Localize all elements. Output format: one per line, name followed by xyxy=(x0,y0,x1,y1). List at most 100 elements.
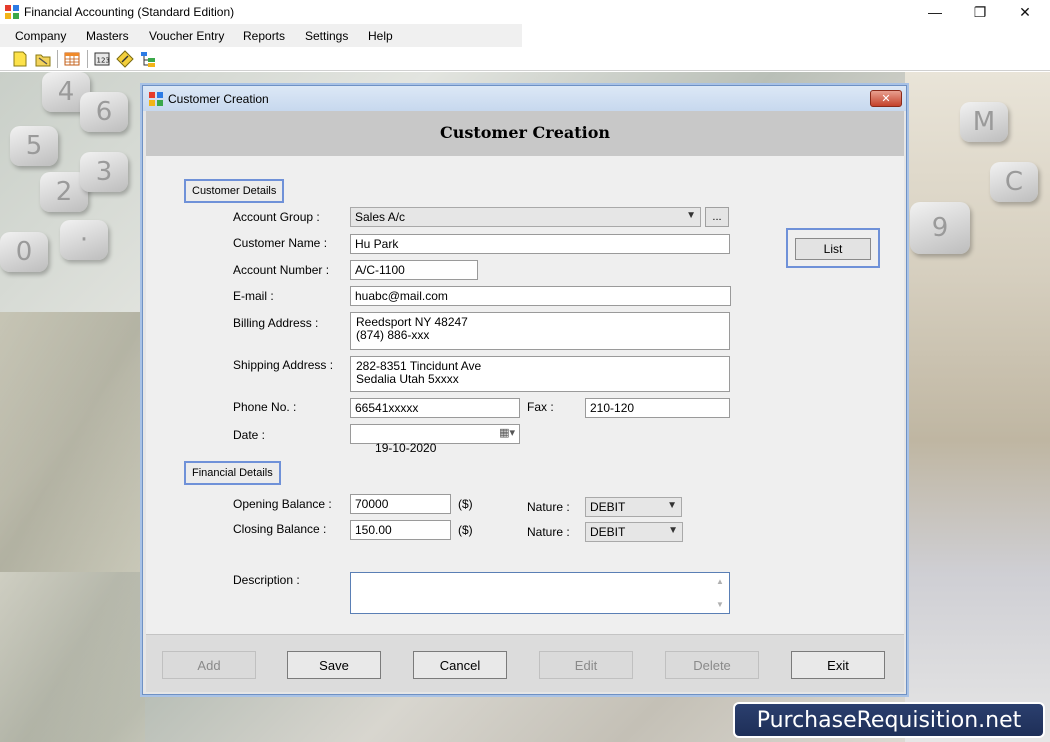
exit-button[interactable]: Exit xyxy=(791,651,885,679)
save-button[interactable]: Save xyxy=(287,651,381,679)
customer-name-input[interactable]: Hu Park xyxy=(350,234,730,254)
customer-details-label: Customer Details xyxy=(192,185,277,197)
shipping-address-line-2: Sedalia Utah 5xxxx xyxy=(356,372,459,386)
phone-input[interactable]: 66541xxxxx xyxy=(350,398,520,418)
dialog-app-icon xyxy=(149,92,163,106)
menu-company[interactable]: Company xyxy=(15,29,66,43)
billing-address-label: Billing Address : xyxy=(233,316,319,330)
new-file-icon[interactable] xyxy=(11,50,29,68)
open-folder-icon[interactable] xyxy=(34,50,52,68)
account-number-input[interactable]: A/C-1100 xyxy=(350,260,478,280)
customer-name-label: Customer Name : xyxy=(233,236,328,250)
dialog-heading: Customer Creation xyxy=(439,123,611,142)
email-label: E-mail : xyxy=(233,289,274,303)
financial-details-section: Financial Details xyxy=(184,461,281,485)
menu-bar: Company Masters Voucher Entry Reports Se… xyxy=(0,24,522,47)
toolbar-separator xyxy=(87,50,88,68)
table-icon[interactable] xyxy=(63,50,81,68)
customer-creation-dialog: Customer Creation ✕ Customer Creation Cu… xyxy=(142,85,907,695)
background-calculator-key: 3 xyxy=(80,152,128,192)
nature-1-value: DEBIT xyxy=(590,500,626,514)
nature-2-label: Nature : xyxy=(527,525,570,539)
scroll-down-icon[interactable]: ▼ xyxy=(716,598,726,611)
close-button[interactable]: ✕ xyxy=(1002,0,1048,24)
menu-bar-filler xyxy=(522,24,1050,47)
date-label: Date : xyxy=(233,428,266,442)
scroll-up-icon[interactable]: ▲ xyxy=(716,575,726,588)
background-calculator-key: 0 xyxy=(0,232,48,272)
financial-details-label: Financial Details xyxy=(192,467,273,479)
calendar-icon[interactable]: ▦▾ xyxy=(499,426,515,439)
opening-balance-label: Opening Balance : xyxy=(233,497,332,511)
menu-reports[interactable]: Reports xyxy=(243,29,285,43)
watermark-banner: PurchaseRequisition.net xyxy=(733,702,1045,738)
account-group-value: Sales A/c xyxy=(355,210,406,224)
tree-structure-icon[interactable] xyxy=(139,50,157,68)
background-calculator-key: 6 xyxy=(80,92,128,132)
app-title: Financial Accounting (Standard Edition) xyxy=(24,5,235,19)
nature-2-select[interactable]: DEBIT ▼ xyxy=(585,522,683,542)
opening-balance-input[interactable]: 70000 xyxy=(350,494,451,514)
chevron-down-icon: ▼ xyxy=(667,500,677,511)
shipping-address-input[interactable]: 282-8351 Tincidunt Ave Sedalia Utah 5xxx… xyxy=(350,356,730,392)
cancel-button[interactable]: Cancel xyxy=(413,651,507,679)
nature-1-label: Nature : xyxy=(527,500,570,514)
dialog-close-button[interactable]: ✕ xyxy=(870,90,902,107)
dialog-header: Customer Creation xyxy=(146,111,904,156)
menu-help[interactable]: Help xyxy=(368,29,393,43)
edit-icon[interactable] xyxy=(116,50,134,68)
menu-masters[interactable]: Masters xyxy=(86,29,129,43)
toolbar-separator xyxy=(57,50,58,68)
closing-balance-input[interactable]: 150.00 xyxy=(350,520,451,540)
background-calculator-key: 5 xyxy=(10,126,58,166)
chevron-down-icon: ▼ xyxy=(668,525,678,536)
background-banknotes xyxy=(0,572,145,742)
dialog-titlebar: Customer Creation ✕ xyxy=(143,86,906,111)
background-calculator-key: M xyxy=(960,102,1008,142)
list-button-frame: List xyxy=(786,228,880,268)
chevron-down-icon: ▼ xyxy=(686,210,696,221)
phone-label: Phone No. : xyxy=(233,400,297,414)
nature-2-value: DEBIT xyxy=(590,525,626,539)
delete-button[interactable]: Delete xyxy=(665,651,759,679)
list-button[interactable]: List xyxy=(795,238,871,260)
date-picker[interactable]: 19-10-2020 ▦▾ xyxy=(350,424,520,455)
dialog-title: Customer Creation xyxy=(168,92,269,106)
dialog-form-body: Customer Details List Account Group : Sa… xyxy=(146,156,904,634)
closing-balance-label: Closing Balance : xyxy=(233,522,327,536)
app-titlebar: Financial Accounting (Standard Edition) … xyxy=(0,0,1050,24)
opening-balance-currency: ($) xyxy=(458,497,473,511)
maximize-button[interactable]: ❐ xyxy=(957,0,1003,24)
closing-balance-currency: ($) xyxy=(458,523,473,537)
nature-1-select[interactable]: DEBIT ▼ xyxy=(585,497,682,517)
menu-settings[interactable]: Settings xyxy=(305,29,348,43)
fax-input[interactable]: 210-120 xyxy=(585,398,730,418)
account-group-select[interactable]: Sales A/c ▼ xyxy=(350,207,701,227)
account-group-label: Account Group : xyxy=(233,210,320,224)
email-input[interactable]: huabc@mail.com xyxy=(350,286,731,306)
minimize-button[interactable]: — xyxy=(912,0,958,24)
background-calculator-key: · xyxy=(60,220,108,260)
description-input[interactable]: ▲ ▼ xyxy=(350,572,730,614)
shipping-address-label: Shipping Address : xyxy=(233,358,334,372)
description-label: Description : xyxy=(233,573,300,587)
svg-text:123: 123 xyxy=(97,57,110,65)
date-value: 19-10-2020 xyxy=(375,441,437,455)
background-calculator-key: 9 xyxy=(910,202,970,254)
account-group-browse-button[interactable]: ... xyxy=(705,207,729,227)
dialog-footer: Add Save Cancel Edit Delete Exit xyxy=(146,634,904,692)
account-number-label: Account Number : xyxy=(233,263,330,277)
description-scrollbar[interactable]: ▲ ▼ xyxy=(716,575,726,611)
billing-address-input[interactable]: Reedsport NY 48247 (874) 886-xxx xyxy=(350,312,730,350)
menu-voucher-entry[interactable]: Voucher Entry xyxy=(149,29,224,43)
app-logo-icon xyxy=(5,5,19,19)
edit-button[interactable]: Edit xyxy=(539,651,633,679)
toolbar: 123 xyxy=(0,47,1050,71)
background-banknotes xyxy=(0,312,145,572)
fax-label: Fax : xyxy=(527,400,554,414)
customer-details-section: Customer Details xyxy=(184,179,285,203)
calculator-icon[interactable]: 123 xyxy=(93,50,111,68)
background-calculator-key: C xyxy=(990,162,1038,202)
billing-address-line-2: (874) 886-xxx xyxy=(356,328,430,342)
add-button[interactable]: Add xyxy=(162,651,256,679)
